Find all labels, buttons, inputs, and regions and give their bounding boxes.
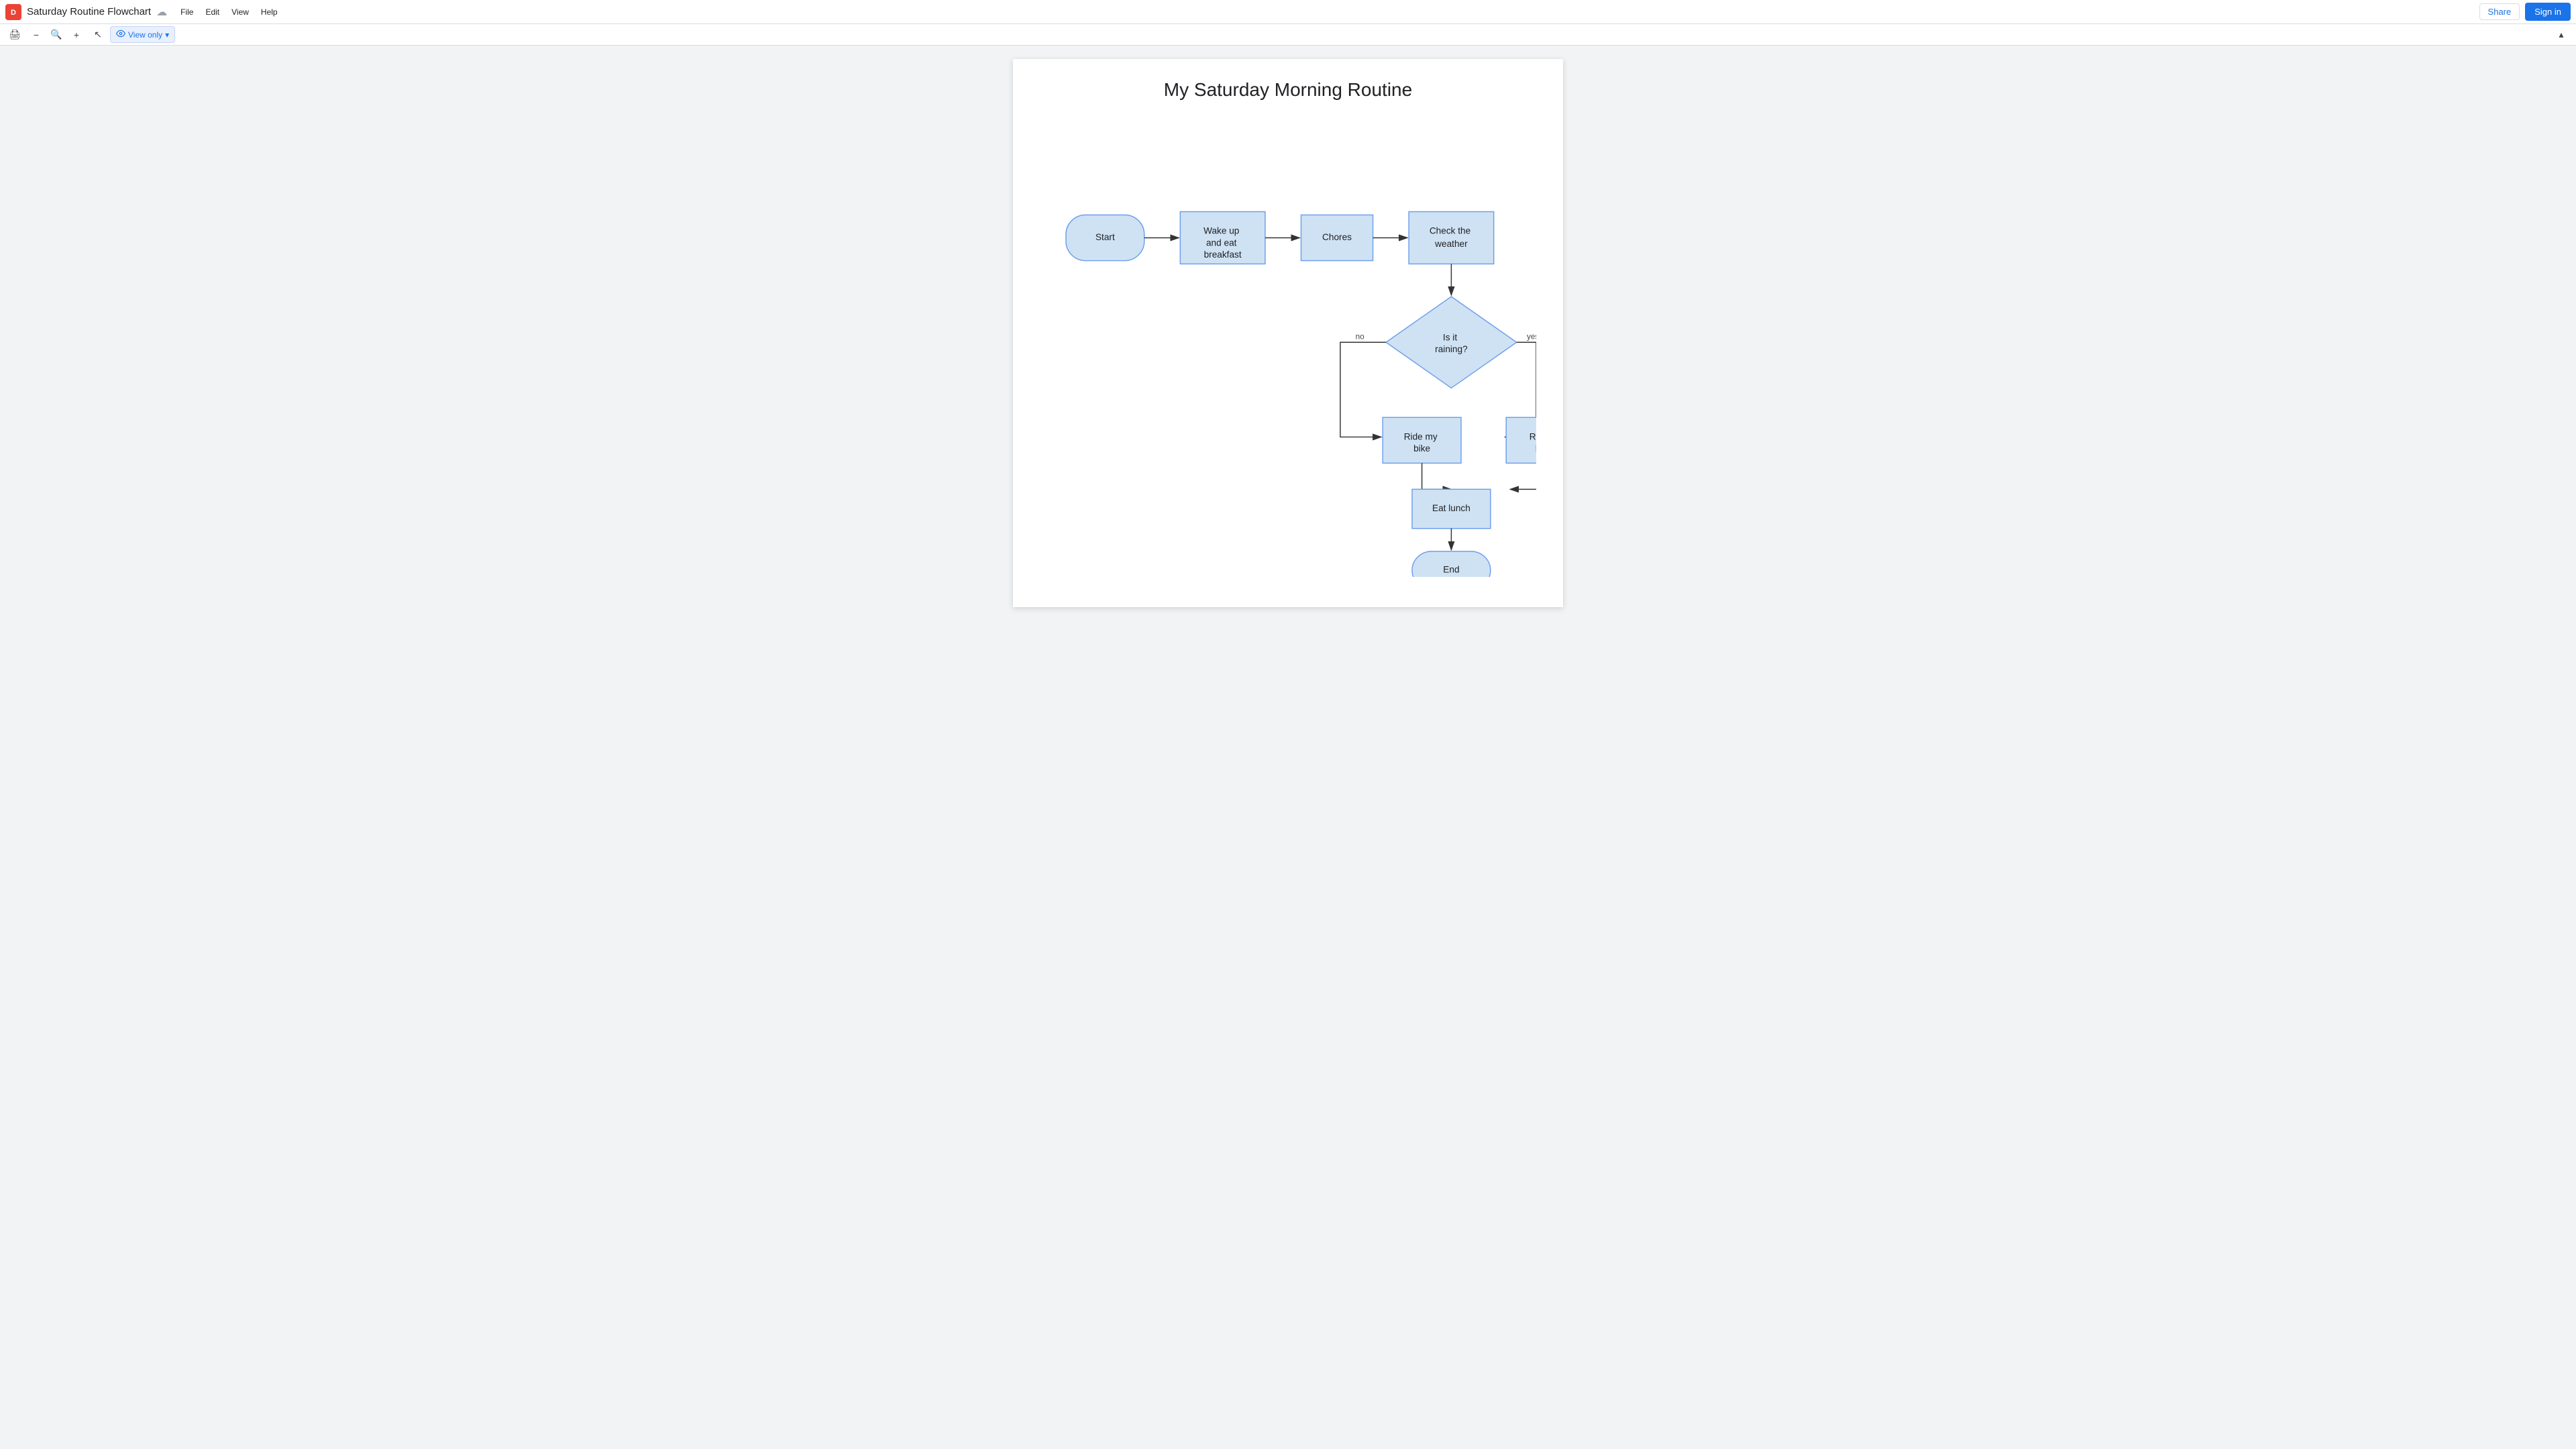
arrow-bike-lunch [1422, 463, 1452, 489]
chevron-up-icon: ▴ [2559, 29, 2563, 40]
print-icon: 🖨 [9, 29, 21, 40]
zoom-in-button[interactable]: + [67, 25, 86, 44]
svg-text:D: D [11, 9, 16, 17]
share-button[interactable]: Share [2479, 3, 2520, 20]
cursor-icon: ↖ [94, 29, 102, 40]
menu-help[interactable]: Help [256, 5, 283, 19]
zoom-in-icon: + [74, 30, 79, 40]
no-label: no [1356, 332, 1364, 341]
zoom-control: − 🔍 + [27, 25, 86, 44]
flowchart: Start Wake up and eat breakfast Chores C… [1040, 121, 1536, 577]
zoom-fit-button[interactable]: 🔍 [47, 25, 66, 44]
checkweather-node [1409, 212, 1494, 264]
app-icon: D [5, 4, 21, 20]
print-button[interactable]: 🖨 [5, 25, 24, 44]
end-label: End [1443, 565, 1459, 575]
cursor-button[interactable]: ↖ [89, 25, 107, 44]
collapse-button[interactable]: ▴ [2552, 25, 2571, 44]
signin-button[interactable]: Sign in [2525, 3, 2571, 21]
menu-bar: File Edit View Help [175, 5, 283, 19]
diamond-node [1386, 297, 1517, 388]
view-only-button[interactable]: View only ▾ [110, 26, 175, 43]
right-actions: Share Sign in [2479, 3, 2571, 21]
wakeup-label: Wake up and eat breakfast [1203, 225, 1242, 259]
zoom-out-button[interactable]: − [27, 25, 46, 44]
eatlunch-label: Eat lunch [1432, 503, 1470, 513]
zoom-out-icon: − [34, 30, 39, 40]
menu-edit[interactable]: Edit [200, 5, 225, 19]
topbar: D Saturday Routine Flowchart ☁ File Edit… [0, 0, 2576, 24]
menu-file[interactable]: File [175, 5, 199, 19]
start-label: Start [1095, 232, 1115, 242]
menu-view[interactable]: View [226, 5, 254, 19]
arrow-no-bike [1340, 342, 1386, 437]
document-title: Saturday Routine Flowchart [27, 6, 151, 17]
view-only-label: View only [128, 30, 162, 40]
chevron-down-icon: ▾ [165, 30, 169, 40]
cloud-icon: ☁ [156, 5, 167, 19]
eye-icon [116, 29, 125, 40]
flowchart-title: My Saturday Morning Routine [1040, 79, 1536, 101]
zoom-icon: 🔍 [50, 29, 62, 40]
arrow-book-lunch [1510, 463, 1536, 489]
canvas-area: My Saturday Morning Routine Start Wake u… [0, 46, 2576, 1449]
toolbar: 🖨 − 🔍 + ↖ View only ▾ ▴ [0, 24, 2576, 46]
chores-label: Chores [1322, 232, 1352, 242]
document: My Saturday Morning Routine Start Wake u… [1013, 59, 1563, 607]
yes-label: yes [1527, 332, 1536, 341]
